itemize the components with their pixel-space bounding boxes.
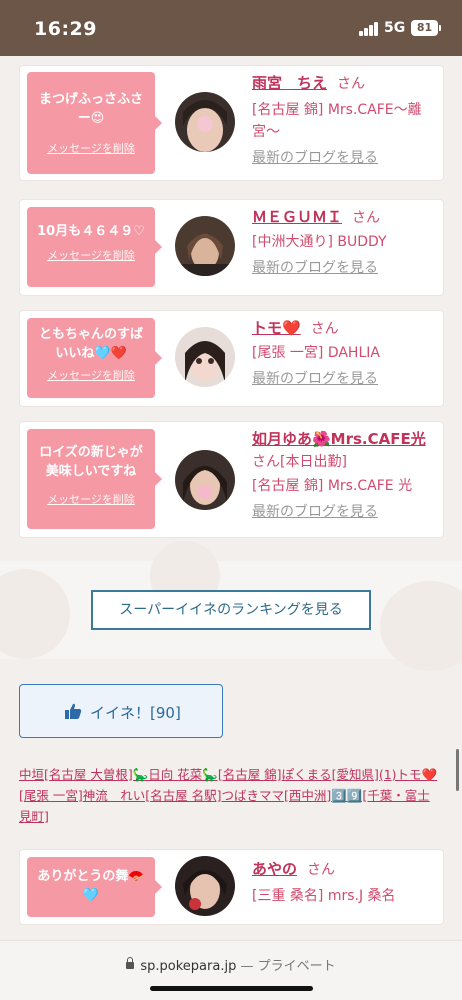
message-text: ロイズの新じゃが美味しいですね xyxy=(39,445,143,479)
like-card: まつげふっさふさー😍 メッセージを削除 雨宮 ちえ さん [名古屋 錦] Mrs.… xyxy=(19,65,444,181)
cast-name-link[interactable]: トモ❤️ xyxy=(252,319,301,337)
delete-message-link[interactable]: メッセージを削除 xyxy=(27,140,155,156)
like-count-label: イイネ！[90] xyxy=(90,704,181,722)
cast-name-link[interactable]: ＭＥＧＵＭＩ xyxy=(252,208,342,226)
background-decoration xyxy=(0,569,70,659)
honorific: さん xyxy=(307,862,336,878)
network-type: 5G xyxy=(384,20,406,36)
shop-location: [三重 桑名] mrs.J 桑名 xyxy=(252,888,396,904)
scroll-indicator[interactable] xyxy=(456,749,459,791)
cast-name-link[interactable]: あやの xyxy=(252,860,297,878)
latest-blog-link[interactable]: 最新のブログを見る xyxy=(252,368,431,390)
lock-icon xyxy=(126,957,135,969)
message-bubble: ありがとうの舞🪭🩵 xyxy=(27,857,162,917)
like-card: ロイズの新じゃが美味しいですね メッセージを削除 如月ゆあ🌺Mrs.CAFE光 … xyxy=(19,421,444,538)
cast-info: トモ❤️ さん [尾張 一宮] DAHLIA 最新のブログを見る xyxy=(252,317,431,390)
like-card: ともちゃんのすばいいね🩵❤️ メッセージを削除 トモ❤️ さん [尾張 一宮] D… xyxy=(19,310,444,407)
cast-info: 雨宮 ちえ さん [名古屋 錦] Mrs.CAFE～離宮～ 最新のブログを見る xyxy=(252,72,431,169)
avatar[interactable] xyxy=(175,450,235,510)
status-bar: 16:29 5G 81 xyxy=(0,0,462,56)
like-button[interactable]: イイネ！[90] xyxy=(19,684,223,738)
honorific: さん xyxy=(337,76,366,92)
message-text: ありがとうの舞🪭🩵 xyxy=(37,869,145,903)
like-card: 10月も４６４９♡ メッセージを削除 ＭＥＧＵＭＩ さん [中洲大通り] BUDD… xyxy=(19,199,444,296)
delete-message-link[interactable]: メッセージを削除 xyxy=(27,491,155,507)
likers-list: 中垣[名古屋 大曽根]🦕日向 花菜🦕[名古屋 錦]ぽくまる[愛知県](1)トモ❤… xyxy=(19,764,439,827)
message-bubble: まつげふっさふさー😍 メッセージを削除 xyxy=(27,72,162,174)
thumbs-up-icon xyxy=(65,703,82,719)
latest-blog-link[interactable]: 最新のブログを見る xyxy=(252,257,431,279)
home-indicator[interactable] xyxy=(150,986,313,991)
page-content[interactable]: まつげふっさふさー😍 メッセージを削除 雨宮 ちえ さん [名古屋 錦] Mrs.… xyxy=(0,56,462,940)
honorific: さん xyxy=(310,321,339,337)
message-text: 10月も４６４９♡ xyxy=(37,224,145,239)
message-text: ともちゃんのすばいいね🩵❤️ xyxy=(38,327,143,361)
cast-info: あやの さん [三重 桑名] mrs.J 桑名 xyxy=(252,858,431,907)
honorific: さん[本日出勤] xyxy=(252,454,347,470)
shop-location: [尾張 一宮] DAHLIA xyxy=(252,345,380,361)
delete-message-link[interactable]: メッセージを削除 xyxy=(27,247,155,263)
message-text: まつげふっさふさー😍 xyxy=(38,92,143,126)
latest-blog-link[interactable]: 最新のブログを見る xyxy=(252,501,431,523)
shop-location: [名古屋 錦] Mrs.CAFE～離宮～ xyxy=(252,102,422,140)
liker-link[interactable]: つばきママ[西中洲] xyxy=(221,788,331,803)
browser-address-bar[interactable]: sp.pokepara.jp — プライベート xyxy=(0,940,462,1000)
liker-link[interactable]: 神流 れい[名古屋 名駅] xyxy=(83,788,222,803)
shop-location: [名古屋 錦] Mrs.CAFE 光 xyxy=(252,478,413,494)
like-card: ありがとうの舞🪭🩵 あやの さん [三重 桑名] mrs.J 桑名 xyxy=(19,849,444,925)
honorific: さん xyxy=(352,210,381,226)
background-decoration xyxy=(380,581,462,671)
avatar[interactable] xyxy=(175,216,235,276)
message-bubble: 10月も４６４９♡ メッセージを削除 xyxy=(27,207,162,287)
cellular-signal-icon xyxy=(359,22,379,36)
cast-name-link[interactable]: 如月ゆあ🌺Mrs.CAFE光 xyxy=(252,430,426,448)
battery-icon: 81 xyxy=(411,20,441,36)
latest-blog-link[interactable]: 最新のブログを見る xyxy=(252,147,431,169)
url-display[interactable]: sp.pokepara.jp — プライベート xyxy=(0,955,462,974)
avatar[interactable] xyxy=(175,856,235,916)
private-mode-label: — プライベート xyxy=(240,959,336,974)
super-like-ranking-button[interactable]: スーパーイイネのランキングを見る xyxy=(91,590,371,630)
avatar[interactable] xyxy=(175,327,235,387)
status-time: 16:29 xyxy=(34,18,97,40)
domain-text: sp.pokepara.jp xyxy=(140,959,237,974)
liker-link[interactable]: 中垣[名古屋 大曽根]🦕日向 花菜🦕[名古屋 錦] xyxy=(19,767,282,782)
cast-info: 如月ゆあ🌺Mrs.CAFE光 さん[本日出勤] [名古屋 錦] Mrs.CAFE… xyxy=(252,428,431,523)
cast-info: ＭＥＧＵＭＩ さん [中洲大通り] BUDDY 最新のブログを見る xyxy=(252,206,431,279)
liker-link[interactable]: ぽくまる[愛知県](1) xyxy=(282,767,397,782)
cast-name-link[interactable]: 雨宮 ちえ xyxy=(252,74,327,92)
message-bubble: ともちゃんのすばいいね🩵❤️ メッセージを削除 xyxy=(27,318,162,398)
delete-message-link[interactable]: メッセージを削除 xyxy=(27,367,155,383)
message-bubble: ロイズの新じゃが美味しいですね メッセージを削除 xyxy=(27,429,162,529)
avatar[interactable] xyxy=(175,92,235,152)
shop-location: [中洲大通り] BUDDY xyxy=(252,234,387,250)
